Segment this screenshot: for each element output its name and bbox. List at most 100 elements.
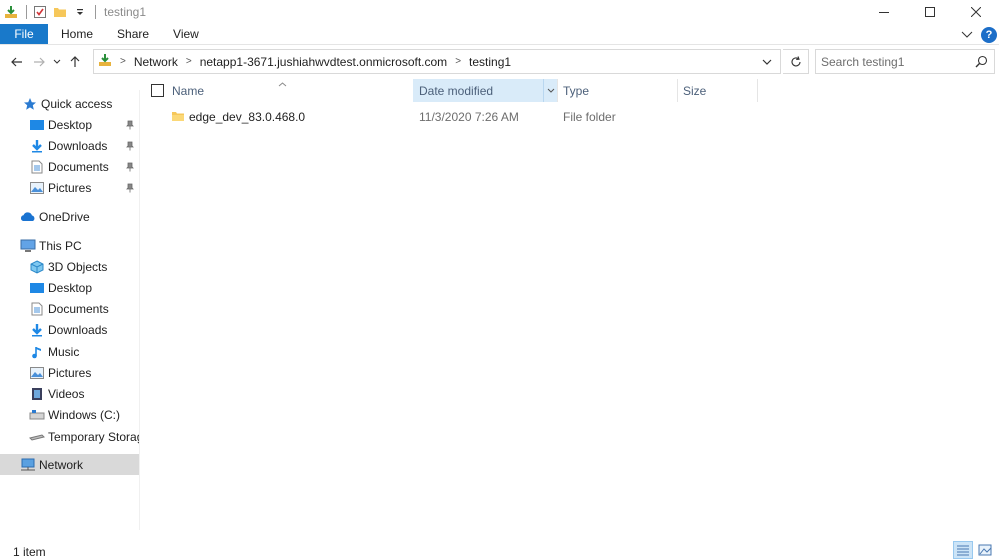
download-arrow-icon [29, 138, 45, 154]
folder-download-icon[interactable] [4, 5, 18, 19]
title-bar: testing1 [0, 0, 999, 24]
column-label: Type [563, 83, 590, 98]
refresh-icon [791, 55, 801, 66]
address-bar[interactable]: > Network > netapp1-3671.jushiahwvdtest.… [93, 49, 781, 74]
nav-quick-access[interactable]: Quick access [0, 93, 139, 114]
chevron-down-icon [762, 59, 772, 65]
maximize-button[interactable] [907, 0, 953, 24]
nav-quick-desktop[interactable]: Desktop [0, 114, 139, 135]
file-row[interactable]: edge_dev_83.0.468.0 11/3/2020 7:26 AM Fi… [160, 107, 760, 128]
properties-icon[interactable] [33, 5, 47, 19]
column-label: Date modified [419, 83, 494, 98]
large-icons-view-button[interactable] [975, 541, 995, 559]
new-folder-icon[interactable] [53, 5, 67, 19]
nav-quick-pictures[interactable]: Pictures [0, 177, 139, 198]
nav-pictures[interactable]: Pictures [0, 362, 139, 383]
nav-desktop[interactable]: Desktop [0, 277, 139, 298]
nav-label: Quick access [41, 96, 113, 111]
help-icon[interactable]: ? [981, 26, 997, 43]
breadcrumb-separator-icon[interactable]: > [120, 56, 126, 67]
column-divider[interactable] [757, 79, 758, 102]
nav-3d-objects[interactable]: 3D Objects [0, 256, 139, 277]
nav-label: Temporary Storage [48, 429, 140, 444]
toolbar-divider [95, 5, 96, 19]
pin-icon[interactable] [125, 140, 135, 151]
nav-label: 3D Objects [48, 259, 108, 274]
breadcrumb-host[interactable]: netapp1-3671.jushiahwvdtest.onmicrosoft.… [200, 55, 447, 69]
network-location-icon [98, 53, 112, 70]
nav-label: This PC [39, 238, 82, 253]
back-arrow-icon [11, 57, 22, 67]
column-header-size[interactable]: Size [678, 79, 757, 102]
nav-label: Documents [48, 159, 109, 174]
nav-label: Network [39, 457, 84, 472]
breadcrumb-folder[interactable]: testing1 [469, 55, 511, 69]
network-icon [20, 457, 36, 473]
pin-icon[interactable] [125, 119, 135, 130]
customize-toolbar-icon[interactable] [73, 5, 87, 19]
navigation-pane: Quick access Desktop Downloads Documents… [0, 90, 140, 530]
column-header-type[interactable]: Type [558, 79, 677, 102]
computer-icon [20, 238, 36, 254]
maximize-icon [925, 7, 935, 17]
column-header-name[interactable]: Name [166, 79, 412, 102]
up-button[interactable] [64, 48, 86, 76]
desktop-icon [29, 117, 45, 133]
column-filter-icon[interactable] [543, 79, 557, 102]
nav-downloads[interactable]: Downloads [0, 319, 139, 340]
nav-label: Downloads [48, 138, 108, 153]
document-icon [29, 301, 45, 317]
up-arrow-icon [70, 56, 80, 67]
nav-label: Desktop [48, 117, 93, 132]
pictures-icon [29, 180, 45, 196]
minimize-icon [879, 12, 889, 13]
details-view-button[interactable] [953, 541, 973, 559]
cube-icon [29, 259, 45, 275]
minimize-button[interactable] [861, 0, 907, 24]
desktop-icon [29, 280, 45, 296]
tab-home[interactable]: Home [48, 24, 105, 44]
close-button[interactable] [953, 0, 999, 24]
column-label: Size [683, 83, 707, 98]
nav-this-pc[interactable]: This PC [0, 235, 139, 256]
pin-icon[interactable] [125, 161, 135, 172]
nav-label: Pictures [48, 180, 92, 195]
column-header-date-modified[interactable]: Date modified [413, 79, 557, 102]
nav-music[interactable]: Music [0, 341, 139, 362]
nav-documents[interactable]: Documents [0, 298, 139, 319]
refresh-button[interactable] [783, 49, 809, 74]
breadcrumb-network[interactable]: Network [134, 55, 178, 69]
recent-locations-button[interactable] [50, 48, 64, 76]
close-icon [971, 7, 981, 17]
search-input[interactable] [821, 54, 971, 69]
nav-label: Downloads [48, 322, 108, 337]
tab-share[interactable]: Share [105, 24, 161, 44]
nav-videos[interactable]: Videos [0, 383, 139, 404]
nav-label: Desktop [48, 280, 93, 295]
expand-ribbon-icon[interactable] [961, 28, 973, 42]
tab-file[interactable]: File [0, 24, 48, 44]
breadcrumb-separator-icon[interactable]: > [186, 56, 192, 67]
search-icon[interactable] [975, 55, 988, 71]
window-title: testing1 [104, 5, 147, 19]
forward-arrow-icon [34, 57, 45, 67]
nav-quick-documents[interactable]: Documents [0, 156, 139, 177]
address-history-button[interactable] [754, 50, 780, 73]
toolbar-divider [26, 5, 27, 19]
breadcrumb-separator-icon[interactable]: > [455, 56, 461, 67]
nav-windows-c[interactable]: Windows (C:) [0, 404, 139, 425]
forward-button[interactable] [28, 48, 50, 76]
address-row: > Network > netapp1-3671.jushiahwvdtest.… [0, 46, 999, 78]
search-box[interactable] [815, 49, 995, 74]
nav-onedrive[interactable]: OneDrive [0, 206, 139, 227]
nav-quick-downloads[interactable]: Downloads [0, 135, 139, 156]
nav-temporary-storage[interactable]: Temporary Storage [0, 426, 139, 447]
large-icons-view-icon [978, 544, 992, 556]
back-button[interactable] [6, 48, 28, 76]
nav-network[interactable]: Network [0, 454, 139, 475]
pin-icon[interactable] [125, 182, 135, 193]
drive-icon [29, 407, 45, 423]
tab-view[interactable]: View [161, 24, 211, 44]
select-all-checkbox[interactable] [151, 84, 164, 97]
ribbon-right-controls: ? [961, 24, 997, 45]
